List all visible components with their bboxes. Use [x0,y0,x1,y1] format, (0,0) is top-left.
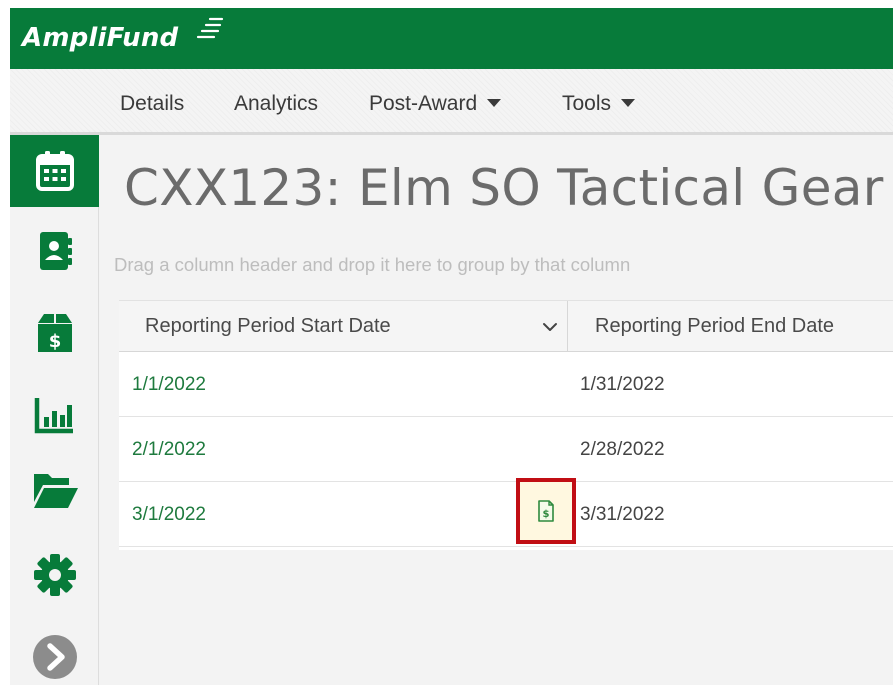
caret-down-icon [487,99,502,107]
logo-lines-icon [196,17,224,39]
table-row: 2/1/2022 2/28/2022 [119,417,893,482]
page-title: CXX123: Elm SO Tactical Gear [124,159,884,217]
column-divider[interactable] [567,301,568,352]
sidebar-item-documents[interactable] [10,453,99,525]
svg-text:$: $ [48,331,61,352]
sidebar-item-contacts[interactable] [10,215,99,287]
svg-text:$: $ [543,509,550,520]
sidebar-item-reports[interactable] [10,379,99,451]
group-by-drop-zone[interactable]: Drag a column header and drop it here to… [114,254,630,276]
sidebar-expand-toggle[interactable] [10,621,99,685]
nav-analytics[interactable]: Analytics [234,91,318,117]
column-header-end-date[interactable]: Reporting Period End Date [595,301,834,352]
grant-box-icon: $ [37,314,72,352]
nav-post-award-label: Post-Award [369,92,478,115]
sub-navigation: Details Analytics Post-Award Tools [10,69,893,135]
end-date-cell: 3/31/2022 [580,504,665,525]
top-bar: AmpliFund [10,8,893,69]
grid-header: Reporting Period Start Date Reporting Pe… [119,300,893,352]
financial-report-highlight[interactable]: $ [516,478,576,544]
nav-analytics-label: Analytics [234,92,319,115]
financial-report-icon[interactable]: $ [537,500,555,522]
calendar-icon [35,151,74,191]
sidebar-item-calendar[interactable] [10,135,99,207]
nav-details-label: Details [120,92,185,115]
brand-logo[interactable]: AmpliFund [22,22,178,54]
end-date-cell: 1/31/2022 [580,374,665,395]
nav-tools-label: Tools [562,92,612,115]
reporting-periods-grid: Reporting Period Start Date Reporting Pe… [119,300,893,550]
table-row: 3/1/2022 3/31/2022 [119,482,893,547]
nav-details[interactable]: Details [120,91,184,117]
start-date-link[interactable]: 1/1/2022 [132,352,206,417]
gear-icon [33,554,76,596]
start-date-link[interactable]: 3/1/2022 [132,482,206,547]
sidebar: $ [10,135,99,685]
nav-post-award[interactable]: Post-Award [369,91,502,117]
end-date-cell: 2/28/2022 [580,439,665,460]
chevron-down-icon[interactable] [541,318,559,336]
folder-open-icon [33,474,78,508]
start-date-link[interactable]: 2/1/2022 [132,417,206,482]
sidebar-item-settings[interactable] [10,539,99,611]
sidebar-item-grants[interactable]: $ [10,297,99,369]
chevron-right-circle-icon [32,635,77,679]
caret-down-icon [621,99,636,107]
nav-tools[interactable]: Tools [562,91,636,117]
table-row: 1/1/2022 1/31/2022 [119,352,893,417]
app-window: AmpliFund Details Analytics Post-Award T… [10,8,893,685]
bar-chart-icon [34,398,73,434]
contacts-icon [39,232,72,270]
column-header-start-date[interactable]: Reporting Period Start Date [145,301,391,352]
